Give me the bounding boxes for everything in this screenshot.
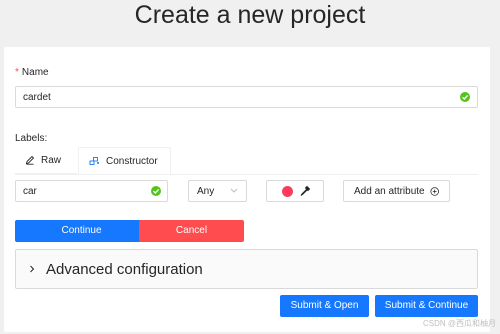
valid-check-icon [460,92,470,102]
constructor-icon [89,157,99,165]
name-input[interactable]: cardet [15,86,478,108]
cancel-button[interactable]: Cancel [139,220,244,242]
required-mark: * [15,67,19,78]
advanced-configuration-collapse[interactable]: Advanced configuration [15,249,478,289]
label-name-input[interactable]: car [15,180,168,202]
submit-open-button[interactable]: Submit & Open [280,295,369,317]
add-attribute-button[interactable]: Add an attribute [343,180,450,202]
add-attribute-label: Add an attribute [354,185,425,197]
plus-circle-icon [430,186,439,196]
labels-title: Labels: [15,133,48,144]
tab-raw-label: Raw [41,154,62,166]
label-color-button[interactable] [266,180,324,202]
continue-button[interactable]: Continue [15,220,148,242]
color-swatch [282,186,293,197]
eyedropper-icon [300,185,311,196]
tab-constructor-label: Constructor [106,155,158,167]
submit-continue-button[interactable]: Submit & Continue [375,295,478,317]
pencil-icon [25,155,35,165]
tab-raw[interactable]: Raw [15,147,77,174]
tab-divider [15,174,478,175]
name-label-text: Name [21,67,49,78]
label-name-value: car [23,186,37,197]
chevron-right-icon [30,265,35,273]
name-input-value: cardet [23,92,51,103]
chevron-down-icon [230,188,238,193]
name-field-label: * Name [15,67,49,78]
page-title: Create a new project [134,1,366,29]
tab-constructor[interactable]: Constructor [78,147,171,174]
attribute-type-select[interactable]: Any [188,180,247,202]
watermark: CSDN @西瓜和柚月 [422,319,496,328]
label-valid-check-icon [151,186,161,196]
attribute-type-value: Any [197,186,215,197]
advanced-configuration-label: Advanced configuration [46,260,203,278]
